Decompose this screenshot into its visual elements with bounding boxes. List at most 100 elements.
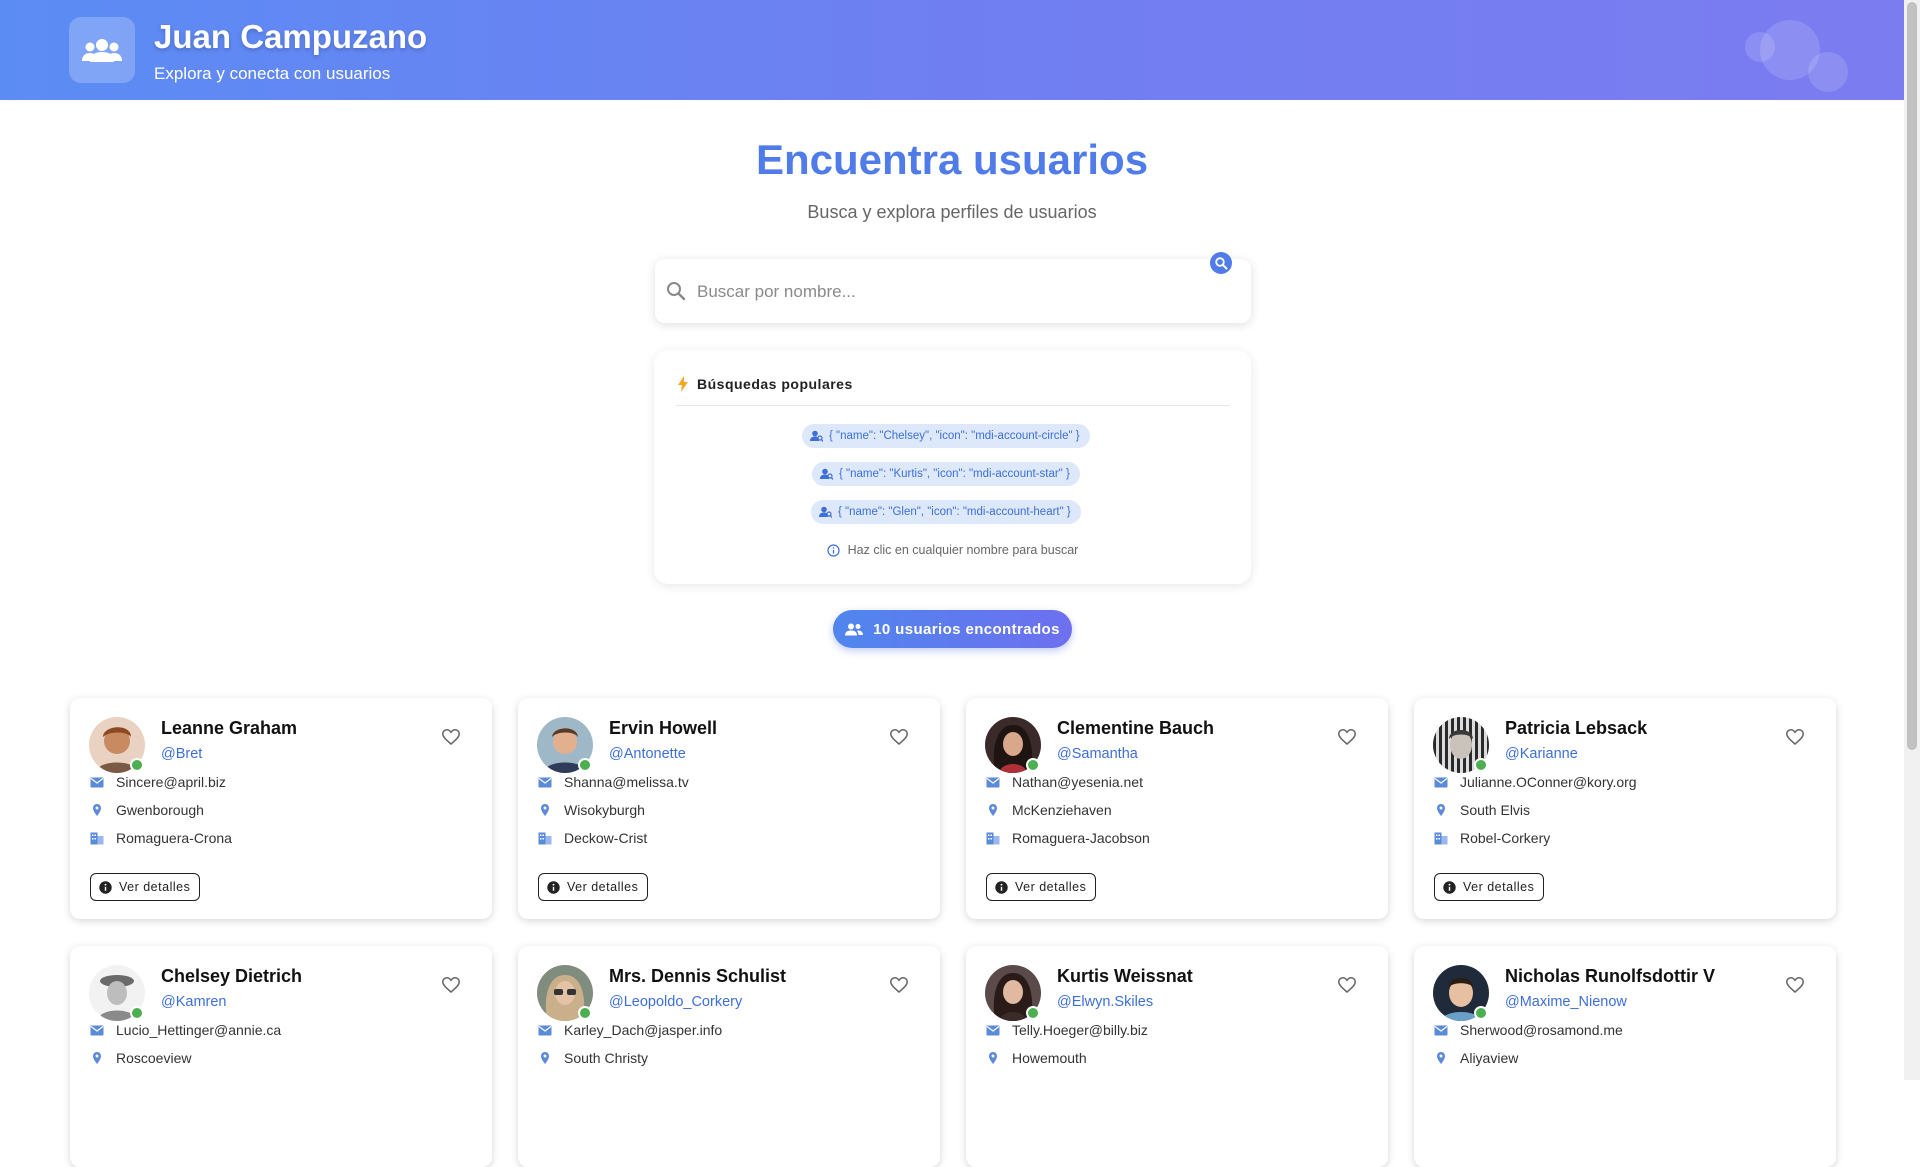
heart-outline-icon[interactable] bbox=[1786, 729, 1804, 745]
user-email: Julianne.OConner@kory.org bbox=[1460, 774, 1637, 790]
user-city-row: McKenziehaven bbox=[986, 802, 1112, 818]
user-email-row: Karley_Dach@jasper.info bbox=[538, 1022, 722, 1038]
user-city: Howemouth bbox=[1012, 1050, 1087, 1066]
user-name: Leanne Graham bbox=[161, 718, 298, 738]
user-email-row: Sherwood@rosamond.me bbox=[1434, 1022, 1623, 1038]
user-city: Wisokyburgh bbox=[564, 802, 645, 818]
user-city-row: South Christy bbox=[538, 1050, 648, 1066]
user-email: Sherwood@rosamond.me bbox=[1460, 1022, 1623, 1038]
app-title: Juan Campuzano bbox=[154, 18, 428, 55]
popular-chip[interactable]: { "name": "Kurtis", "icon": "mdi-account… bbox=[812, 462, 1080, 486]
user-username[interactable]: @Karianne bbox=[1505, 746, 1578, 762]
email-icon bbox=[986, 1025, 1000, 1035]
account-search-icon bbox=[820, 468, 833, 480]
user-city-row: Howemouth bbox=[986, 1050, 1087, 1066]
scrollbar-thumb[interactable] bbox=[1907, 2, 1917, 750]
user-email-row: Julianne.OConner@kory.org bbox=[1434, 774, 1637, 790]
decor-bubble bbox=[1745, 32, 1775, 62]
heart-outline-icon[interactable] bbox=[1786, 977, 1804, 993]
view-details-label: Ver detalles bbox=[1015, 880, 1087, 894]
user-email: Sincere@april.biz bbox=[116, 774, 226, 790]
view-details-button[interactable]: Ver detalles bbox=[986, 873, 1097, 901]
email-icon bbox=[1434, 777, 1448, 787]
user-name: Kurtis Weissnat bbox=[1057, 966, 1193, 986]
user-company-row: Robel-Corkery bbox=[1434, 830, 1550, 846]
email-icon bbox=[986, 777, 1000, 787]
popular-hint: Haz clic en cualquier nombre para buscar bbox=[654, 543, 1251, 557]
user-email-row: Telly.Hoeger@billy.biz bbox=[986, 1022, 1148, 1038]
user-card[interactable]: Clementine Bauch @Samantha Nathan@yeseni… bbox=[966, 698, 1388, 919]
magnify-icon bbox=[1215, 257, 1228, 270]
heart-outline-icon[interactable] bbox=[442, 977, 460, 993]
online-status-dot bbox=[130, 758, 144, 772]
user-username[interactable]: @Leopoldo_Corkery bbox=[609, 994, 742, 1010]
user-username[interactable]: @Samantha bbox=[1057, 746, 1138, 762]
user-card[interactable]: Patricia Lebsack @Karianne Julianne.OCon… bbox=[1414, 698, 1836, 919]
user-card[interactable]: Mrs. Dennis Schulist @Leopoldo_Corkery K… bbox=[518, 946, 940, 1167]
view-details-button[interactable]: Ver detalles bbox=[90, 873, 201, 901]
map-marker-icon bbox=[93, 1052, 101, 1064]
user-email-row: Shanna@melissa.tv bbox=[538, 774, 689, 790]
user-city: South Christy bbox=[564, 1050, 649, 1066]
user-username[interactable]: @Maxime_Nienow bbox=[1505, 994, 1627, 1010]
user-name: Clementine Bauch bbox=[1057, 718, 1215, 738]
heart-outline-icon[interactable] bbox=[890, 729, 908, 745]
email-icon bbox=[90, 777, 104, 787]
user-city-row: Aliyaview bbox=[1434, 1050, 1518, 1066]
user-card[interactable]: Ervin Howell @Antonette Shanna@melissa.t… bbox=[518, 698, 940, 919]
popular-chip[interactable]: { "name": "Glen", "icon": "mdi-account-h… bbox=[811, 500, 1081, 524]
heart-outline-icon[interactable] bbox=[890, 977, 908, 993]
avatar bbox=[985, 717, 1041, 773]
user-email: Karley_Dach@jasper.info bbox=[564, 1022, 723, 1038]
map-marker-icon bbox=[1437, 1052, 1445, 1064]
user-card[interactable]: Kurtis Weissnat @Elwyn.Skiles Telly.Hoeg… bbox=[966, 946, 1388, 1167]
information-icon bbox=[99, 880, 112, 894]
popular-searches-panel: Búsquedas populares { "name": "Chelsey",… bbox=[654, 350, 1251, 584]
page-scrollbar[interactable] bbox=[1904, 0, 1920, 1080]
view-details-label: Ver detalles bbox=[119, 880, 191, 894]
user-username[interactable]: @Kamren bbox=[161, 994, 227, 1010]
logo-badge bbox=[69, 17, 135, 83]
map-marker-icon bbox=[1437, 804, 1445, 816]
user-name: Ervin Howell bbox=[609, 718, 718, 738]
avatar bbox=[537, 717, 593, 773]
heart-outline-icon[interactable] bbox=[1338, 729, 1356, 745]
page-subtitle: Busca y explora perfiles de usuarios bbox=[807, 202, 1097, 222]
results-count: 10 usuarios encontrados bbox=[873, 620, 1060, 638]
user-username[interactable]: @Bret bbox=[161, 746, 202, 762]
view-details-button[interactable]: Ver detalles bbox=[538, 873, 649, 901]
popular-searches-header: Búsquedas populares bbox=[678, 376, 853, 392]
user-username[interactable]: @Antonette bbox=[609, 746, 686, 762]
view-details-button[interactable]: Ver detalles bbox=[1434, 873, 1545, 901]
popular-chip[interactable]: { "name": "Chelsey", "icon": "mdi-accoun… bbox=[802, 424, 1090, 448]
chip-label: { "name": "Glen", "icon": "mdi-account-h… bbox=[838, 506, 1071, 518]
lightning-icon bbox=[678, 376, 688, 392]
user-company: Romaguera-Crona bbox=[116, 830, 232, 846]
page-title: Encuentra usuarios bbox=[755, 136, 1149, 183]
search-input[interactable] bbox=[695, 259, 1219, 325]
user-name: Nicholas Runolfsdottir V bbox=[1505, 966, 1716, 986]
search-box bbox=[655, 259, 1251, 325]
user-name: Mrs. Dennis Schulist bbox=[609, 966, 787, 986]
user-card[interactable]: Leanne Graham @Bret Sincere@april.biz Gw… bbox=[70, 698, 492, 919]
user-card[interactable]: Chelsey Dietrich @Kamren Lucio_Hettinger… bbox=[70, 946, 492, 1167]
hint-text: Haz clic en cualquier nombre para buscar bbox=[847, 543, 1079, 557]
user-company-row: Deckow-Crist bbox=[538, 830, 647, 846]
user-name: Chelsey Dietrich bbox=[161, 966, 303, 986]
user-card[interactable]: Nicholas Runolfsdottir V @Maxime_Nienow … bbox=[1414, 946, 1836, 1167]
popular-searches-title: Búsquedas populares bbox=[697, 376, 853, 392]
user-company: Deckow-Crist bbox=[564, 830, 648, 846]
user-city: South Elvis bbox=[1460, 802, 1531, 818]
heart-outline-icon[interactable] bbox=[1338, 977, 1356, 993]
heart-outline-icon[interactable] bbox=[442, 729, 460, 745]
avatar bbox=[89, 965, 145, 1021]
online-status-dot bbox=[1474, 758, 1488, 772]
user-city: Aliyaview bbox=[1460, 1050, 1519, 1066]
view-details-label: Ver detalles bbox=[1463, 880, 1535, 894]
avatar bbox=[1433, 717, 1489, 773]
user-username[interactable]: @Elwyn.Skiles bbox=[1057, 994, 1153, 1010]
information-icon bbox=[995, 880, 1008, 894]
search-button[interactable] bbox=[1210, 252, 1232, 274]
account-group-icon bbox=[845, 623, 864, 635]
divider bbox=[676, 405, 1229, 406]
